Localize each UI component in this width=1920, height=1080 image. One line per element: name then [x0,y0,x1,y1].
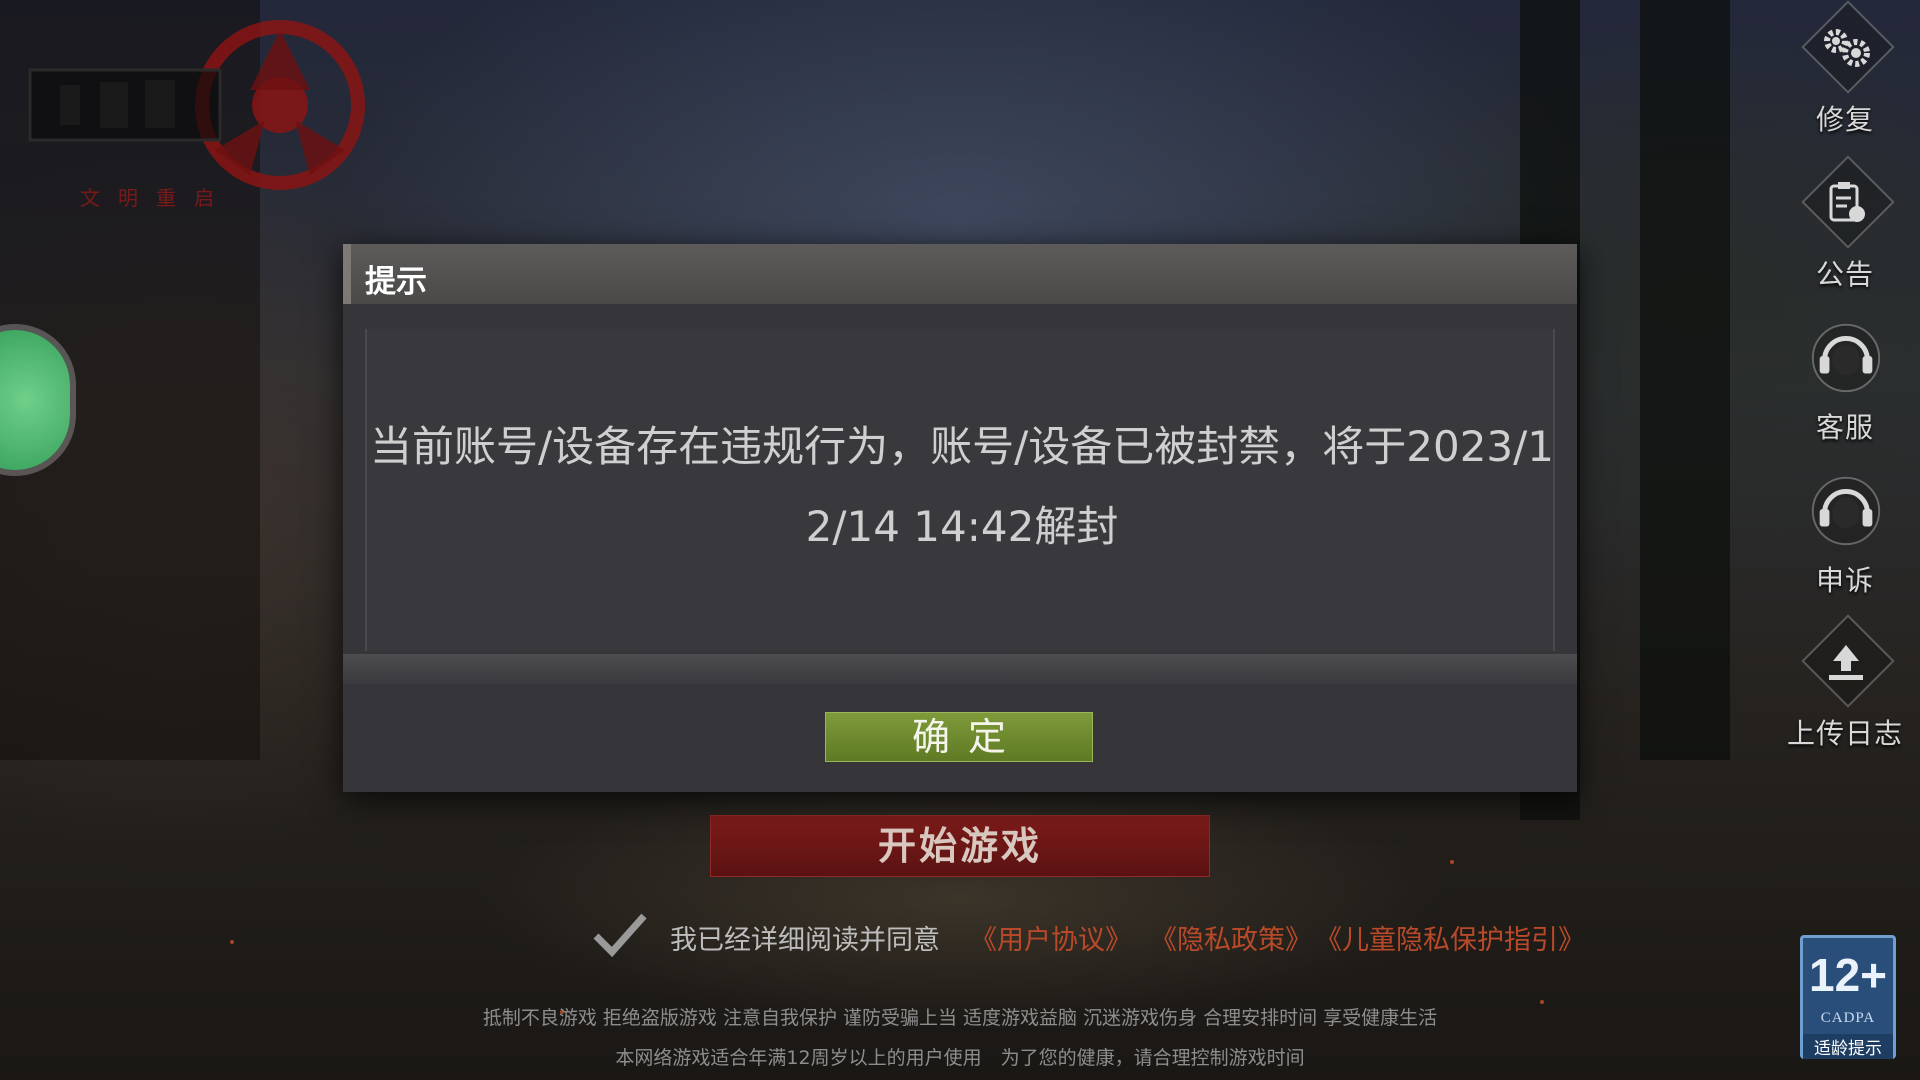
confirm-button[interactable]: 确定 [825,712,1093,762]
game-logo: 文明重启 [20,10,380,210]
appeal-label: 申诉 [1815,564,1874,597]
privacy-policy-link[interactable]: 《隐私政策》 [1150,918,1312,957]
checkmark-icon [593,913,647,958]
upload-icon [1807,626,1885,698]
upload-log-button[interactable]: 上传日志 [1780,614,1910,764]
customer-service-label: 客服 [1815,411,1874,444]
dialog-header: 提示 [343,244,1577,304]
biohazard-logo-icon [28,20,365,190]
age-rating-label: 适龄提示 [1803,1034,1893,1059]
age-usage-notice: 本网络游戏适合年满12周岁以上的用户使用 为了您的健康，请合理控制游戏时间 [615,1047,1305,1069]
headset-icon [1807,473,1885,546]
headset-icon [1807,320,1885,393]
game-launcher-screen: 文明重启 4399 修复 公告 [0,0,1920,1080]
announcement-label: 公告 [1815,258,1874,291]
agreement-row: 我已经详细阅读并同意 《用户协议》 《隐私政策》 《儿童隐私保护指引》 [590,910,1590,960]
announcement-button[interactable]: 公告 [1785,155,1905,305]
ember [230,940,234,944]
age-rating-value: 12+ [1808,949,1888,1001]
ember [1450,860,1454,864]
repair-label: 修复 [1815,103,1874,136]
customer-service-button[interactable]: 客服 [1785,308,1905,458]
logo-subtitle: 文明重启 [80,186,232,210]
child-privacy-link[interactable]: 《儿童隐私保护指引》 [1315,918,1585,957]
dialog-message: 当前账号/设备存在违规行为，账号/设备已被封禁，将于2023/12/14 14:… [369,422,1555,551]
dialog-title: 提示 [365,264,427,300]
dialog-divider [343,654,1577,684]
agreement-text: 我已经详细阅读并同意 [670,925,940,956]
start-game-button[interactable]: 开始游戏 [710,815,1210,877]
appeal-button[interactable]: 申诉 [1785,461,1905,611]
age-rating-org: CADPA [1820,1010,1876,1026]
health-notice: 抵制不良游戏 拒绝盗版游戏 注意自我保护 谨防受骗上当 适度游戏益脑 沉迷游戏伤… [482,1007,1438,1029]
age-rating-badge[interactable]: 12+ CADPA 适龄提示 [1800,935,1896,1059]
gear-icon [1807,12,1885,84]
ban-notice-dialog: 提示 当前账号/设备存在违规行为，账号/设备已被封禁，将于2023/12/14 … [343,244,1577,792]
user-agreement-link[interactable]: 《用户协议》 [970,918,1132,957]
notice-icon [1807,167,1885,239]
background-tree [1640,0,1730,760]
upload-log-label: 上传日志 [1786,717,1903,750]
dialog-body: 当前账号/设备存在违规行为，账号/设备已被封禁，将于2023/12/14 14:… [365,329,1555,651]
agreement-checkbox[interactable] [590,910,648,960]
repair-button[interactable]: 修复 [1785,0,1905,150]
